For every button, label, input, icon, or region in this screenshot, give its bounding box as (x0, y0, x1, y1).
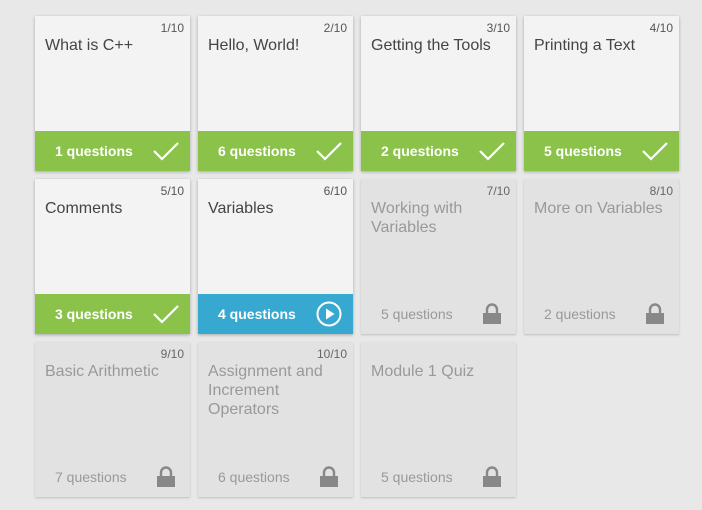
lesson-title: Comments (45, 200, 123, 217)
lock-icon (478, 463, 506, 491)
lock-icon (641, 300, 669, 328)
lesson-footer: 4 questions (198, 294, 353, 334)
check-icon (152, 300, 180, 328)
lesson-title: Variables (208, 200, 274, 217)
lesson-card-6[interactable]: 6/10 Variables 4 questions (198, 179, 353, 334)
lock-icon (315, 463, 343, 491)
lesson-grid: 1/10 What is C++ 1 questions 2/10 Hello,… (0, 0, 702, 510)
lesson-number: 6/10 (323, 184, 347, 198)
lesson-card-10[interactable]: 10/10 Assignment and Increment Operators… (198, 342, 353, 497)
lesson-card-2[interactable]: 2/10 Hello, World! 6 questions (198, 16, 353, 171)
question-count: 4 questions (218, 306, 296, 322)
question-count: 6 questions (218, 143, 296, 159)
lock-icon (152, 463, 180, 491)
lesson-footer: 6 questions (198, 457, 353, 497)
lesson-footer: 7 questions (35, 457, 190, 497)
check-icon (478, 137, 506, 165)
lesson-footer: 2 questions (361, 131, 516, 171)
lesson-card-3[interactable]: 3/10 Getting the Tools 2 questions (361, 16, 516, 171)
lesson-footer: 6 questions (198, 131, 353, 171)
check-icon (641, 137, 669, 165)
lesson-title: Basic Arithmetic (45, 363, 159, 380)
play-icon[interactable] (315, 300, 343, 328)
lesson-number: 1/10 (160, 21, 184, 35)
question-count: 2 questions (544, 306, 616, 322)
lesson-footer: 2 questions (524, 294, 679, 334)
lesson-number: 4/10 (649, 21, 673, 35)
lesson-card-5[interactable]: 5/10 Comments 3 questions (35, 179, 190, 334)
lesson-title: Working with Variables (371, 200, 463, 236)
module-quiz-card[interactable]: Module 1 Quiz 5 questions (361, 342, 516, 497)
question-count: 1 questions (55, 143, 133, 159)
lesson-footer: 5 questions (524, 131, 679, 171)
question-count: 5 questions (381, 306, 453, 322)
check-icon (152, 137, 180, 165)
lesson-title: Module 1 Quiz (371, 363, 475, 380)
check-icon (315, 137, 343, 165)
lesson-footer: 3 questions (35, 294, 190, 334)
lesson-card-1[interactable]: 1/10 What is C++ 1 questions (35, 16, 190, 171)
question-count: 5 questions (544, 143, 622, 159)
lesson-footer: 5 questions (361, 457, 516, 497)
lesson-footer: 1 questions (35, 131, 190, 171)
lesson-title: Printing a Text (534, 37, 636, 54)
lesson-card-7[interactable]: 7/10 Working with Variables 5 questions (361, 179, 516, 334)
lesson-title: Assignment and Increment Operators (208, 363, 323, 418)
lesson-card-4[interactable]: 4/10 Printing a Text 5 questions (524, 16, 679, 171)
lock-icon (478, 300, 506, 328)
lesson-footer: 5 questions (361, 294, 516, 334)
lesson-number: 7/10 (486, 184, 510, 198)
question-count: 5 questions (381, 469, 453, 485)
question-count: 7 questions (55, 469, 127, 485)
lesson-title: Getting the Tools (371, 37, 491, 54)
lesson-title: More on Variables (534, 200, 663, 217)
lesson-title: Hello, World! (208, 37, 300, 54)
lesson-card-9[interactable]: 9/10 Basic Arithmetic 7 questions (35, 342, 190, 497)
question-count: 2 questions (381, 143, 459, 159)
lesson-number: 10/10 (316, 347, 347, 361)
lesson-number: 2/10 (323, 21, 347, 35)
lesson-card-8[interactable]: 8/10 More on Variables 2 questions (524, 179, 679, 334)
lesson-number: 8/10 (649, 184, 673, 198)
lesson-number: 5/10 (160, 184, 184, 198)
lesson-number: 3/10 (486, 21, 510, 35)
lesson-number: 9/10 (160, 347, 184, 361)
question-count: 6 questions (218, 469, 290, 485)
lesson-title: What is C++ (45, 37, 134, 54)
question-count: 3 questions (55, 306, 133, 322)
